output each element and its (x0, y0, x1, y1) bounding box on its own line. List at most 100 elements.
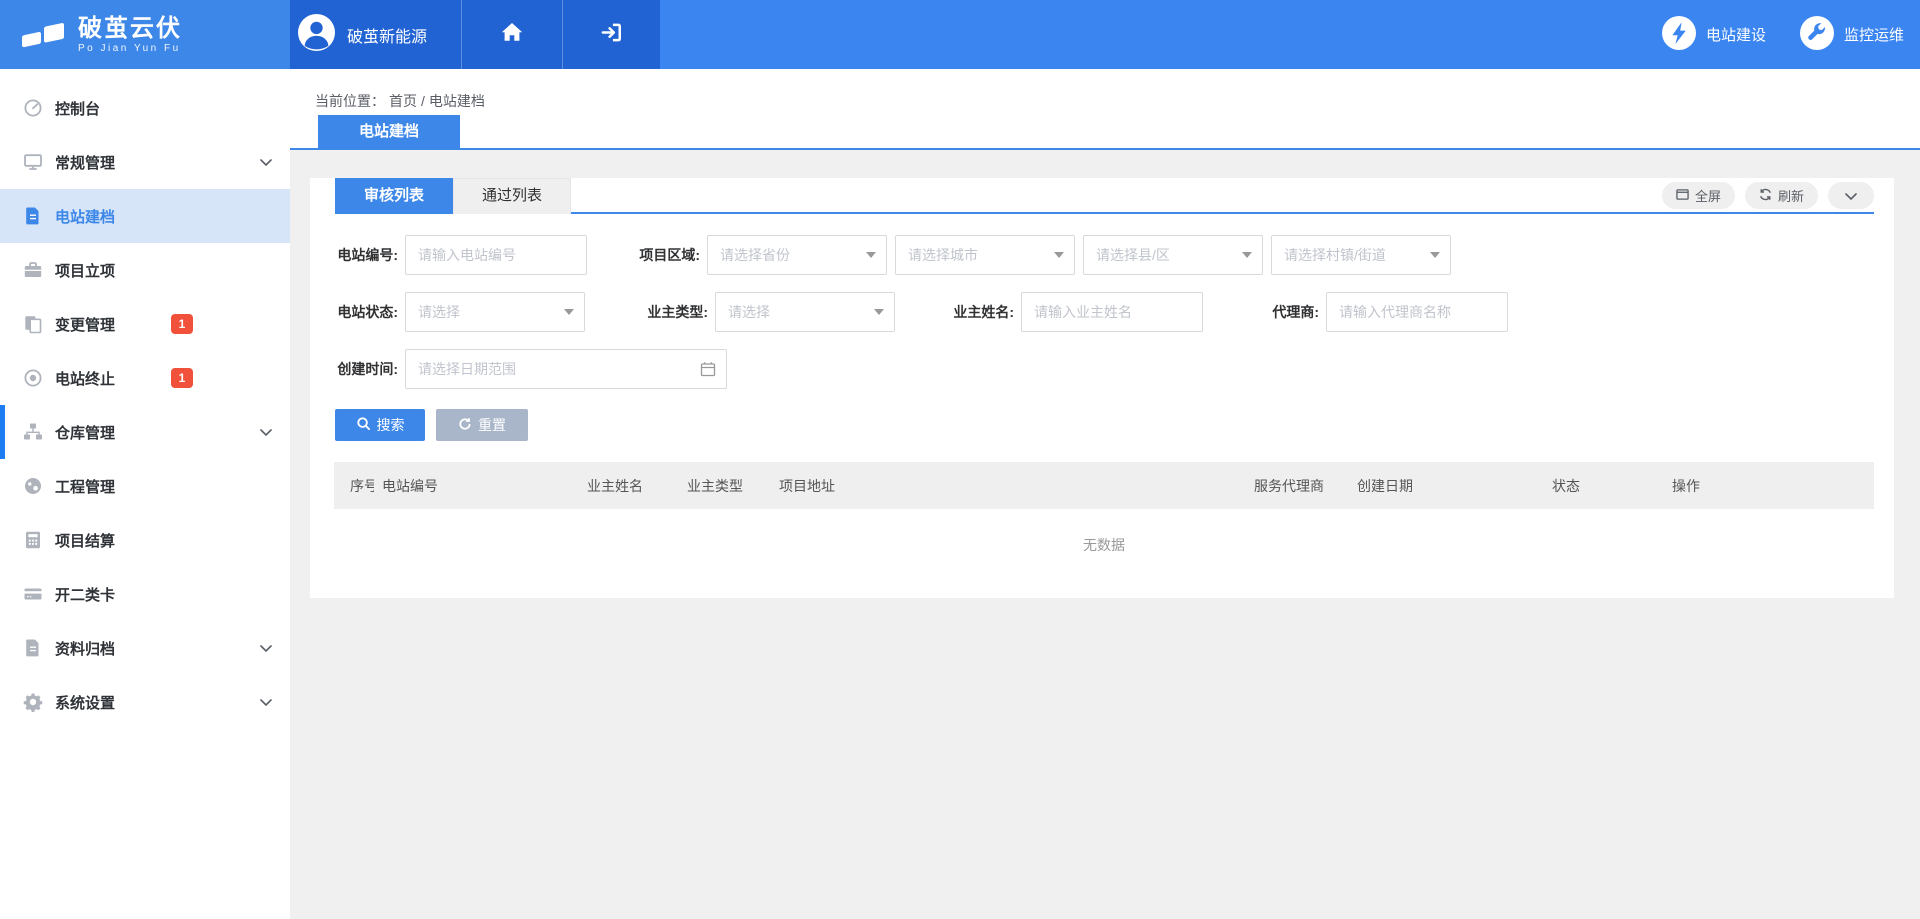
briefcase-icon (22, 259, 44, 281)
sidebar-item-label: 项目立项 (55, 260, 115, 281)
col-create-date: 创建日期 (1349, 462, 1544, 509)
sidebar-item-station-filing[interactable]: 电站建档 (0, 189, 290, 243)
nav-label: 电站建设 (1706, 24, 1766, 45)
collapse-button[interactable] (1828, 182, 1874, 209)
document-icon (22, 205, 44, 227)
col-actions: 操作 (1664, 462, 1874, 509)
sidebar: 控制台 常规管理 电站建档 项目立项 变更管理 1 (0, 69, 290, 919)
town-select[interactable]: 请选择村镇/街道 (1271, 235, 1451, 275)
breadcrumb-prefix: 当前位置： (315, 93, 385, 109)
county-placeholder: 请选择县/区 (1096, 245, 1170, 265)
date-range-input[interactable] (405, 349, 727, 389)
reset-button[interactable]: 重置 (436, 409, 528, 441)
logo-title: 破茧云伏 (78, 16, 182, 42)
tab-review-list[interactable]: 审核列表 (335, 178, 453, 214)
sidebar-item-label: 仓库管理 (55, 422, 115, 443)
sidebar-item-label: 项目结算 (55, 530, 115, 551)
sidebar-item-console[interactable]: 控制台 (0, 81, 290, 135)
archive-icon (22, 637, 44, 659)
table-header-row: 序号 电站编号 业主姓名 业主类型 项目地址 服务代理商 创建日期 状态 操作 (334, 462, 1874, 509)
col-owner-name: 业主姓名 (579, 462, 679, 509)
home-icon (500, 20, 524, 49)
logout-icon (600, 21, 623, 49)
credit-card-icon (22, 583, 44, 605)
station-status-select[interactable]: 请选择 (405, 292, 585, 332)
fullscreen-button[interactable]: 全屏 (1662, 182, 1735, 209)
station-filing-panel: 审核列表 通过列表 全屏 刷新 (310, 178, 1894, 598)
chart-icon (22, 475, 44, 497)
region-label: 项目区域: (630, 245, 700, 265)
nav-monitoring-ops[interactable]: 监控运维 (1800, 16, 1904, 54)
stop-circle-icon (22, 367, 44, 389)
city-placeholder: 请选择城市 (908, 245, 978, 265)
nav-station-construction[interactable]: 电站建设 (1662, 16, 1766, 54)
province-select[interactable]: 请选择省份 (707, 235, 887, 275)
caret-down-icon (874, 309, 884, 315)
col-owner-type: 业主类型 (679, 462, 771, 509)
station-code-input[interactable] (405, 235, 587, 275)
sidebar-item-label: 系统设置 (55, 692, 115, 713)
notification-badge: 1 (171, 314, 193, 334)
main-area: 当前位置：首页/电站建档 电站建档 审核列表 通过列表 全屏 (290, 69, 1920, 919)
sidebar-item-data-archive[interactable]: 资料归档 (0, 621, 290, 675)
tab-passed-list[interactable]: 通过列表 (453, 178, 571, 214)
breadcrumb-home-link[interactable]: 首页 (389, 93, 417, 109)
city-select[interactable]: 请选择城市 (895, 235, 1075, 275)
owner-type-select[interactable]: 请选择 (715, 292, 895, 332)
county-select[interactable]: 请选择县/区 (1083, 235, 1263, 275)
sidebar-item-change-management[interactable]: 变更管理 1 (0, 297, 290, 351)
sidebar-item-station-termination[interactable]: 电站终止 1 (0, 351, 290, 405)
breadcrumb-current: 电站建档 (429, 93, 485, 109)
create-time-label: 创建时间: (328, 359, 398, 379)
owner-name-label: 业主姓名: (944, 302, 1014, 322)
chevron-down-icon (260, 429, 272, 436)
page-tab-station-filing[interactable]: 电站建档 (318, 115, 460, 148)
agent-label: 代理商: (1249, 302, 1319, 322)
results-table: 序号 电站编号 业主姓名 业主类型 项目地址 服务代理商 创建日期 状态 操作 (334, 462, 1874, 555)
copy-icon (22, 313, 44, 335)
home-button[interactable] (461, 0, 562, 69)
station-code-label: 电站编号: (328, 245, 398, 265)
chevron-down-icon (1845, 188, 1857, 203)
lightning-icon (1662, 16, 1696, 54)
sidebar-item-system-settings[interactable]: 系统设置 (0, 675, 290, 729)
logo-mark-icon (20, 15, 66, 54)
col-station-code: 电站编号 (374, 462, 579, 509)
chevron-down-icon (260, 645, 272, 652)
calculator-icon (22, 529, 44, 551)
fullscreen-label: 全屏 (1695, 186, 1721, 205)
sidebar-item-label: 变更管理 (55, 314, 115, 335)
filter-actions: 搜索 重置 (335, 409, 1894, 441)
user-account[interactable]: 破茧新能源 (290, 0, 461, 69)
refresh-button[interactable]: 刷新 (1745, 182, 1818, 209)
monitor-icon (22, 151, 44, 173)
agent-input[interactable] (1326, 292, 1508, 332)
top-header: 破茧云伏 Po Jian Yun Fu 破茧新能源 (0, 0, 1920, 69)
province-placeholder: 请选择省份 (720, 245, 790, 265)
sidebar-item-general-management[interactable]: 常规管理 (0, 135, 290, 189)
reset-icon (458, 417, 472, 434)
col-project-address: 项目地址 (771, 462, 1246, 509)
sidebar-item-label: 电站建档 (55, 206, 115, 227)
sidebar-item-engineering-management[interactable]: 工程管理 (0, 459, 290, 513)
sidebar-item-type2-card[interactable]: 开二类卡 (0, 567, 290, 621)
dashboard-icon (22, 97, 44, 119)
sitemap-icon (22, 421, 44, 443)
empty-state: 无数据 (334, 509, 1874, 555)
caret-down-icon (1054, 252, 1064, 258)
sidebar-item-project-settlement[interactable]: 项目结算 (0, 513, 290, 567)
calendar-icon (700, 361, 716, 382)
sidebar-item-project-initiation[interactable]: 项目立项 (0, 243, 290, 297)
panel-tabs: 审核列表 通过列表 (335, 178, 1874, 214)
logo-subtitle: Po Jian Yun Fu (78, 43, 182, 54)
gear-icon (22, 691, 44, 713)
wrench-icon (1800, 16, 1834, 54)
owner-type-placeholder: 请选择 (728, 302, 770, 322)
search-button[interactable]: 搜索 (335, 409, 425, 441)
chevron-down-icon (260, 159, 272, 166)
sidebar-item-label: 资料归档 (55, 638, 115, 659)
chevron-down-icon (260, 699, 272, 706)
logout-button[interactable] (562, 0, 660, 69)
owner-name-input[interactable] (1021, 292, 1203, 332)
sidebar-item-warehouse-management[interactable]: 仓库管理 (0, 405, 290, 459)
